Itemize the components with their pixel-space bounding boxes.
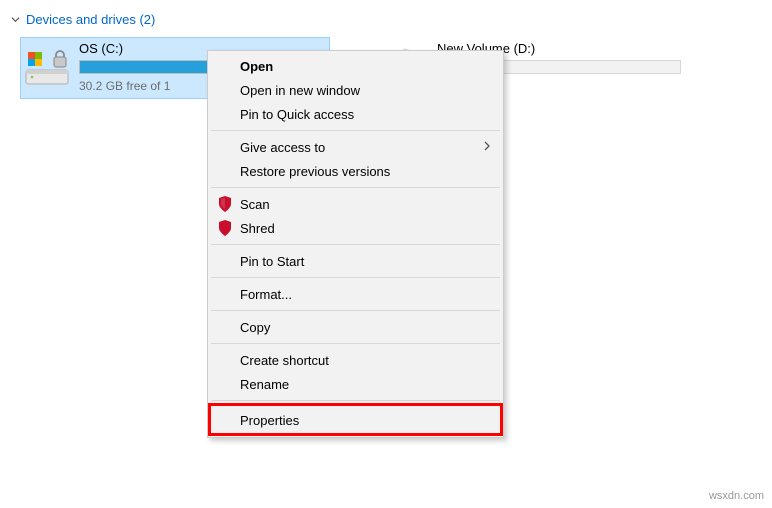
- menu-separator: [211, 400, 500, 401]
- menu-label: Format...: [240, 287, 292, 302]
- menu-separator: [211, 130, 500, 131]
- drive-icon: [24, 44, 70, 90]
- menu-pin-to-start[interactable]: Pin to Start: [210, 249, 501, 273]
- menu-separator: [211, 277, 500, 278]
- menu-label: Restore previous versions: [240, 164, 390, 179]
- menu-pin-quick-access[interactable]: Pin to Quick access: [210, 102, 501, 126]
- menu-label: Give access to: [240, 140, 325, 155]
- menu-label: Scan: [240, 197, 270, 212]
- menu-label: Create shortcut: [240, 353, 329, 368]
- menu-label: Pin to Quick access: [240, 107, 354, 122]
- menu-restore-previous[interactable]: Restore previous versions: [210, 159, 501, 183]
- menu-rename[interactable]: Rename: [210, 372, 501, 396]
- menu-separator: [211, 343, 500, 344]
- chevron-down-icon[interactable]: [10, 15, 20, 25]
- context-menu: Open Open in new window Pin to Quick acc…: [207, 50, 504, 438]
- menu-separator: [211, 187, 500, 188]
- menu-give-access-to[interactable]: Give access to: [210, 135, 501, 159]
- menu-open[interactable]: Open: [210, 54, 501, 78]
- menu-label: Pin to Start: [240, 254, 304, 269]
- mcafee-scan-icon: [217, 196, 233, 212]
- mcafee-shred-icon: [217, 220, 233, 236]
- menu-format[interactable]: Format...: [210, 282, 501, 306]
- menu-label: Shred: [240, 221, 275, 236]
- menu-label: Open: [240, 59, 273, 74]
- menu-open-new-window[interactable]: Open in new window: [210, 78, 501, 102]
- section-label[interactable]: Devices and drives (2): [26, 12, 155, 27]
- menu-shred[interactable]: Shred: [210, 216, 501, 240]
- section-header: Devices and drives (2): [0, 0, 772, 37]
- menu-properties[interactable]: Properties: [210, 405, 501, 434]
- menu-separator: [211, 310, 500, 311]
- menu-separator: [211, 244, 500, 245]
- menu-label: Rename: [240, 377, 289, 392]
- menu-label: Properties: [240, 413, 299, 428]
- chevron-right-icon: [483, 140, 491, 154]
- menu-scan[interactable]: Scan: [210, 192, 501, 216]
- menu-create-shortcut[interactable]: Create shortcut: [210, 348, 501, 372]
- watermark: wsxdn.com: [709, 490, 764, 502]
- menu-label: Open in new window: [240, 83, 360, 98]
- menu-label: Copy: [240, 320, 270, 335]
- menu-copy[interactable]: Copy: [210, 315, 501, 339]
